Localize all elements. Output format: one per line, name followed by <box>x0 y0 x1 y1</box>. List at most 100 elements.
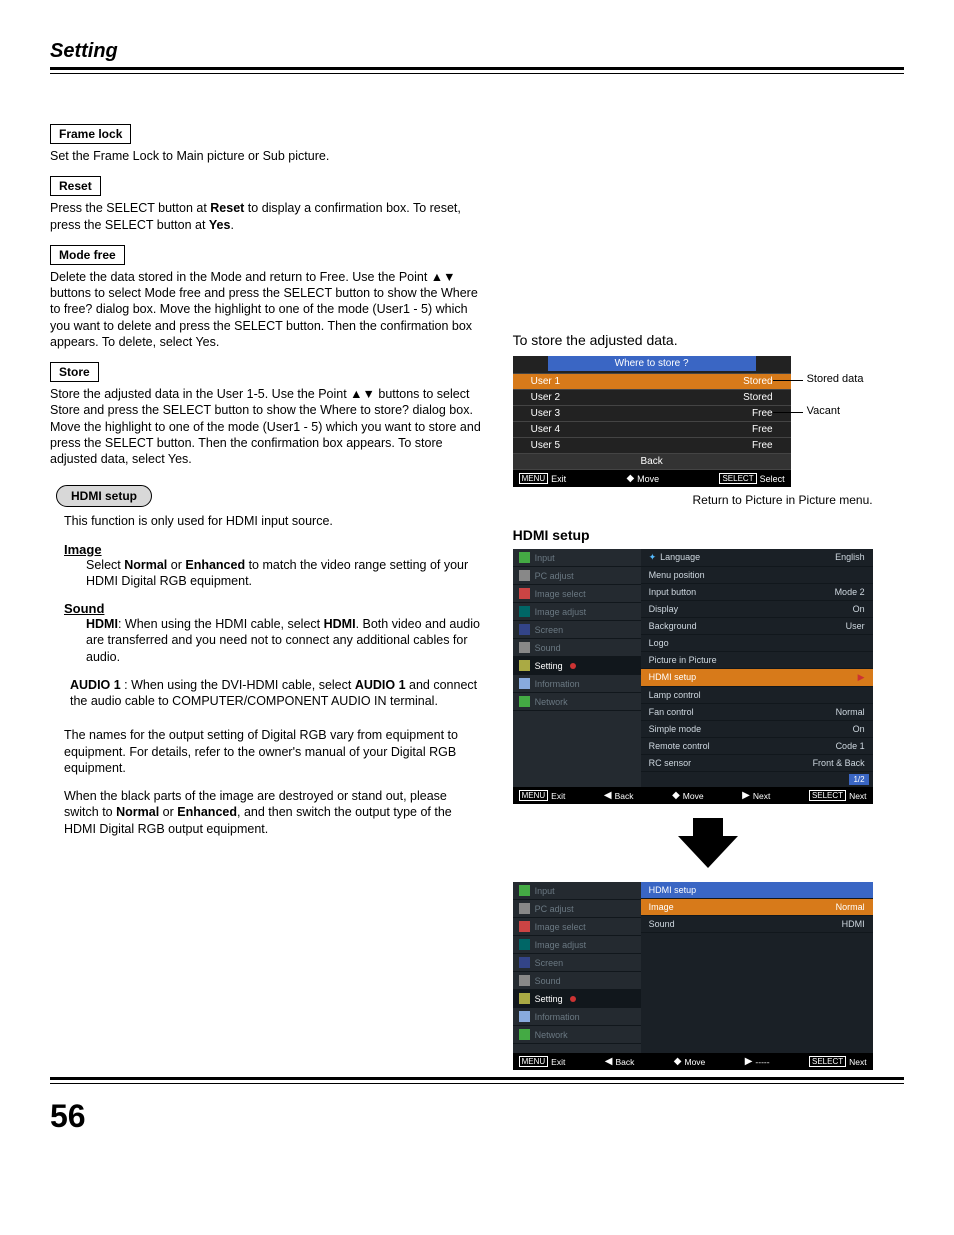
menu-right-item[interactable]: ✦LanguageEnglish <box>641 549 873 567</box>
menu-right-item[interactable]: Fan controlNormal <box>641 704 873 721</box>
menu-left-item[interactable]: PC adjust <box>513 900 641 918</box>
menu-left-item[interactable]: Network <box>513 1026 641 1044</box>
where-to-store-dialog: Where to store ? User 1StoredUser 2Store… <box>513 356 791 487</box>
mf-next: Next <box>753 791 770 801</box>
menu-left-item[interactable]: Image adjust <box>513 936 641 954</box>
annot-line-stored <box>773 380 803 381</box>
menu-left-item[interactable]: Information <box>513 675 641 693</box>
annot-vacant: Vacant <box>807 405 840 417</box>
mf-nextbtn: Next <box>849 791 866 801</box>
menu-right-item[interactable]: Remote controlCode 1 <box>641 738 873 755</box>
right-icon: ▶ <box>742 790 750 801</box>
menu-left-item[interactable]: Information <box>513 1008 641 1026</box>
foot-select: Select <box>760 474 785 484</box>
updown-icon: ◆ <box>674 1056 682 1067</box>
menu-left-item[interactable]: Sound <box>513 639 641 657</box>
menu-right-item[interactable]: ImageNormal <box>641 899 873 916</box>
mf-back: Back <box>615 791 634 801</box>
store-row[interactable]: User 4Free <box>513 421 791 437</box>
left-icon: ◀ <box>604 790 612 801</box>
mode-free-label: Mode free <box>50 245 125 265</box>
sound-hdmi-label: HDMI <box>86 617 118 631</box>
reset-text-a: Press the SELECT button at <box>50 201 210 215</box>
menu-badge: MENU <box>519 473 549 484</box>
store-row[interactable]: User 2Stored <box>513 389 791 405</box>
menu-left-item[interactable]: Sound <box>513 972 641 990</box>
frame-lock-text: Set the Frame Lock to Main picture or Su… <box>50 148 483 164</box>
menu-left-item[interactable]: Screen <box>513 621 641 639</box>
menu-right-item[interactable]: BackgroundUser <box>641 618 873 635</box>
image-text: Select Normal or Enhanced to match the v… <box>86 557 483 590</box>
mf2-nextbtn: Next <box>849 1057 866 1067</box>
reset-text-b: Reset <box>210 201 244 215</box>
menu-right-item[interactable]: Picture in Picture <box>641 652 873 669</box>
page-badge: 1/2 <box>849 774 868 785</box>
image-text-d: Enhanced <box>185 558 245 572</box>
image-text-b: Normal <box>124 558 167 572</box>
menu-right-item[interactable]: Input buttonMode 2 <box>641 584 873 601</box>
image-text-a: Select <box>86 558 124 572</box>
menu-right-item[interactable]: SoundHDMI <box>641 916 873 933</box>
menu-left-item[interactable]: Setting <box>513 657 641 675</box>
menu-left-item[interactable]: Input <box>513 549 641 567</box>
menu-right-item[interactable]: Simple modeOn <box>641 721 873 738</box>
menu-left-item[interactable]: Image select <box>513 918 641 936</box>
sound-hdmi-block: HDMI: When using the HDMI cable, select … <box>86 616 483 665</box>
mf2-back: Back <box>615 1057 634 1067</box>
menu-right-item[interactable]: DisplayOn <box>641 601 873 618</box>
menu-right-item[interactable]: HDMI setup ▶ <box>641 669 873 687</box>
menu-right-item[interactable]: RC sensorFront & Back <box>641 755 873 772</box>
sound-audio1-block: AUDIO 1 : When using the DVI-HDMI cable,… <box>70 677 483 710</box>
image-text-c: or <box>167 558 185 572</box>
foot-exit: Exit <box>551 474 566 484</box>
mode-free-text: Delete the data stored in the Mode and r… <box>50 269 483 350</box>
menu-left-item[interactable]: Image adjust <box>513 603 641 621</box>
updown-icon: ◆ <box>626 473 634 484</box>
store-title: To store the adjusted data. <box>513 332 904 348</box>
arrow-stem <box>693 818 723 838</box>
menu-left-item[interactable]: Setting <box>513 990 641 1008</box>
menu-left-item[interactable]: Screen <box>513 954 641 972</box>
sound-audio1-label: AUDIO 1 <box>70 678 121 692</box>
menu-left-item[interactable]: PC adjust <box>513 567 641 585</box>
store-row[interactable]: User 5Free <box>513 437 791 453</box>
select-badge: SELECT <box>719 473 756 484</box>
return-caption: Return to Picture in Picture menu. <box>513 493 873 507</box>
arrow-down-icon <box>678 836 738 868</box>
note-b2: Normal <box>116 805 159 819</box>
select-badge-icon: SELECT <box>809 1056 846 1067</box>
mf2-next: ----- <box>755 1057 769 1067</box>
menu-right-item[interactable]: Menu position <box>641 567 873 584</box>
sound-hdmi-b: HDMI <box>324 617 356 631</box>
menu1-footer: MENUExit ◀Back ◆Move ▶Next SELECTNext <box>513 787 873 804</box>
note-a: The names for the output setting of Digi… <box>64 727 483 776</box>
menu-left-item[interactable]: Network <box>513 693 641 711</box>
menu2-head-text: HDMI setup <box>649 885 697 895</box>
reset-label: Reset <box>50 176 101 196</box>
image-subhead: Image <box>64 542 102 557</box>
menu-badge-icon: MENU <box>519 1056 549 1067</box>
mf-exit: Exit <box>551 791 565 801</box>
footer-rule <box>50 1077 904 1084</box>
dialog-back[interactable]: Back <box>513 453 791 469</box>
reset-text-e: . <box>230 218 233 232</box>
menu-left-item[interactable]: Image select <box>513 585 641 603</box>
store-row[interactable]: User 1Stored <box>513 373 791 389</box>
store-row[interactable]: User 3Free <box>513 405 791 421</box>
right-icon: ▶ <box>745 1056 753 1067</box>
reset-text-d: Yes <box>209 218 231 232</box>
foot-move: Move <box>637 474 659 484</box>
menu-left-item[interactable]: Input <box>513 882 641 900</box>
reset-text: Press the SELECT button at Reset to disp… <box>50 200 483 233</box>
dialog-footer: MENUExit ◆Move SELECT Select <box>513 469 791 487</box>
note-b3: or <box>159 805 177 819</box>
store-text: Store the adjusted data in the User 1-5.… <box>50 386 483 467</box>
hdmi-setup-pill: HDMI setup <box>56 485 152 507</box>
mf2-move: Move <box>684 1057 705 1067</box>
menu-badge-icon: MENU <box>519 790 549 801</box>
menu-right-item[interactable]: Lamp control <box>641 687 873 704</box>
menu2-footer: MENUExit ◀Back ◆Move ▶----- SELECTNext <box>513 1053 873 1070</box>
menu-right-item[interactable]: Logo <box>641 635 873 652</box>
page-number: 56 <box>50 1098 86 1135</box>
header-rule <box>50 67 904 74</box>
